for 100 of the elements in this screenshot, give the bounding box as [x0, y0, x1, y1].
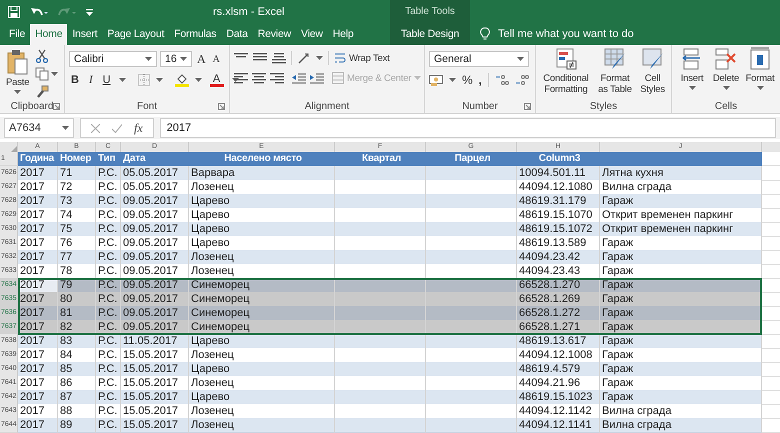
clipboard-icon[interactable]: [6, 49, 29, 75]
format-painter-icon[interactable]: [35, 85, 50, 99]
increase-decimal-icon[interactable]: [494, 74, 509, 86]
dialog-launcher-icon[interactable]: [524, 103, 531, 110]
cells-command-button[interactable]: Delete: [710, 47, 742, 99]
formula-field[interactable]: 2017: [160, 118, 776, 138]
ribbon-tab[interactable]: File: [4, 24, 30, 45]
ribbon-tab[interactable]: Formulas: [169, 24, 222, 45]
caret-icon[interactable]: [180, 57, 187, 61]
align-left-icon[interactable]: [234, 72, 248, 84]
accounting-format-icon[interactable]: [429, 74, 443, 86]
table-cell: 05.05.2017: [121, 166, 189, 181]
table-header-cell: Тип: [96, 152, 121, 166]
copy-icon[interactable]: [35, 67, 50, 81]
decrease-indent-icon[interactable]: [292, 72, 306, 84]
ribbon-tab[interactable]: View: [296, 24, 328, 45]
decrease-decimal-icon[interactable]: [514, 74, 529, 86]
align-center-icon[interactable]: [252, 72, 266, 84]
style-gallery-button[interactable]: Cell Styles: [638, 47, 667, 99]
ribbon-tab[interactable]: Home: [30, 24, 68, 45]
group-label: Number: [462, 100, 498, 112]
bold-button[interactable]: B: [69, 74, 81, 86]
wrap-text-button[interactable]: Wrap Text: [334, 52, 390, 64]
table-cell: Царево: [189, 208, 335, 223]
caret-icon[interactable]: [756, 86, 764, 90]
dialog-launcher-icon[interactable]: [53, 103, 60, 110]
caret-icon[interactable]: [194, 78, 202, 82]
caret-icon[interactable]: [14, 90, 22, 94]
caret-icon[interactable]: [145, 57, 152, 61]
table-cell: 2017: [18, 208, 58, 223]
table-cell: 80: [58, 292, 96, 307]
table-cell: Гараж: [600, 264, 762, 279]
caret-icon[interactable]: [51, 72, 58, 76]
lightbulb-icon[interactable]: [480, 27, 490, 41]
customize-toolbar-icon[interactable]: [86, 8, 93, 16]
ribbon-tab[interactable]: Table Design: [390, 24, 470, 45]
ribbon-tab[interactable]: Review: [252, 24, 296, 45]
conditional-formatting-icon[interactable]: [554, 47, 578, 71]
font-size-dropdown[interactable]: 16: [160, 51, 192, 67]
table-cell: 15.05.2017: [121, 376, 189, 391]
borders-icon[interactable]: [138, 74, 150, 86]
decrease-font-size-button[interactable]: A: [210, 54, 222, 64]
style-gallery-button[interactable]: Conditional Formatting: [540, 47, 592, 99]
style-gallery-button[interactable]: Format as Table: [594, 47, 636, 99]
caret-icon[interactable]: [156, 78, 163, 82]
table-cell: 75: [58, 222, 96, 237]
cells-command-button[interactable]: Format: [744, 47, 776, 99]
caret-icon[interactable]: [517, 57, 524, 61]
align-right-icon[interactable]: [270, 72, 284, 84]
tell-me-field[interactable]: Tell me what you want to do: [496, 27, 700, 41]
wrap-text-icon[interactable]: [334, 52, 346, 64]
delete-cells-icon[interactable]: [714, 47, 738, 71]
caret-icon[interactable]: [722, 86, 730, 90]
table-cell: 2017: [18, 194, 58, 209]
table-cell: Р.С.: [96, 418, 121, 433]
ribbon-tab[interactable]: Page Layout: [102, 24, 170, 45]
dialog-launcher-icon[interactable]: [218, 103, 225, 110]
table-cell: 09.05.2017: [121, 208, 189, 223]
cut-icon[interactable]: [35, 49, 50, 63]
insert-function-button[interactable]: fx: [134, 120, 143, 136]
table-cell: Р.С.: [96, 390, 121, 405]
font-color-button[interactable]: A: [208, 74, 226, 86]
table-cell: Царево: [189, 194, 335, 209]
number-format-dropdown[interactable]: General: [429, 51, 529, 67]
table-cell: 05.05.2017: [121, 180, 189, 195]
table-cell: 66528.1.269: [517, 292, 600, 307]
caret-icon[interactable]: [62, 126, 69, 130]
format-cells-icon[interactable]: [748, 47, 772, 71]
percent-style-button[interactable]: %: [462, 73, 472, 87]
caret-icon[interactable]: [688, 86, 696, 90]
fill-color-icon[interactable]: [174, 73, 189, 87]
increase-font-size-button[interactable]: A: [195, 52, 208, 66]
ribbon-tab[interactable]: Insert: [67, 24, 102, 45]
table-cell: 2017: [18, 222, 58, 237]
table-cell: 44094.12.1008: [517, 348, 600, 363]
ribbon-tab[interactable]: Data: [221, 24, 253, 45]
table-cell: Лятна кухня: [600, 166, 762, 181]
group-label: Cells: [714, 100, 738, 112]
table-cell: 2017: [18, 376, 58, 391]
caret-icon[interactable]: [449, 78, 456, 82]
font-name-dropdown[interactable]: Calibri: [69, 51, 157, 67]
comma-style-button[interactable]: ,: [478, 73, 482, 87]
increase-indent-icon[interactable]: [310, 72, 324, 84]
caret-icon[interactable]: [316, 56, 323, 60]
caret-icon[interactable]: [118, 78, 126, 82]
save-icon[interactable]: [8, 6, 20, 18]
italic-button[interactable]: I: [86, 74, 95, 86]
table-cell: 2017: [18, 250, 58, 265]
underline-button[interactable]: U: [100, 74, 113, 86]
orientation-icon[interactable]: [297, 52, 311, 64]
table-cell: 71: [58, 166, 96, 181]
undo-icon[interactable]: [30, 6, 48, 18]
name-box[interactable]: A7634: [4, 118, 74, 138]
cells-command-button[interactable]: Insert: [676, 47, 708, 99]
align-bottom-icon[interactable]: [272, 52, 286, 64]
ribbon-tab[interactable]: Help: [328, 24, 359, 45]
table-cell: 48619.31.179: [517, 194, 600, 209]
paste-button[interactable]: Paste: [4, 49, 32, 99]
table-cell: 09.05.2017: [121, 236, 189, 251]
table-cell: Р.С.: [96, 362, 121, 377]
